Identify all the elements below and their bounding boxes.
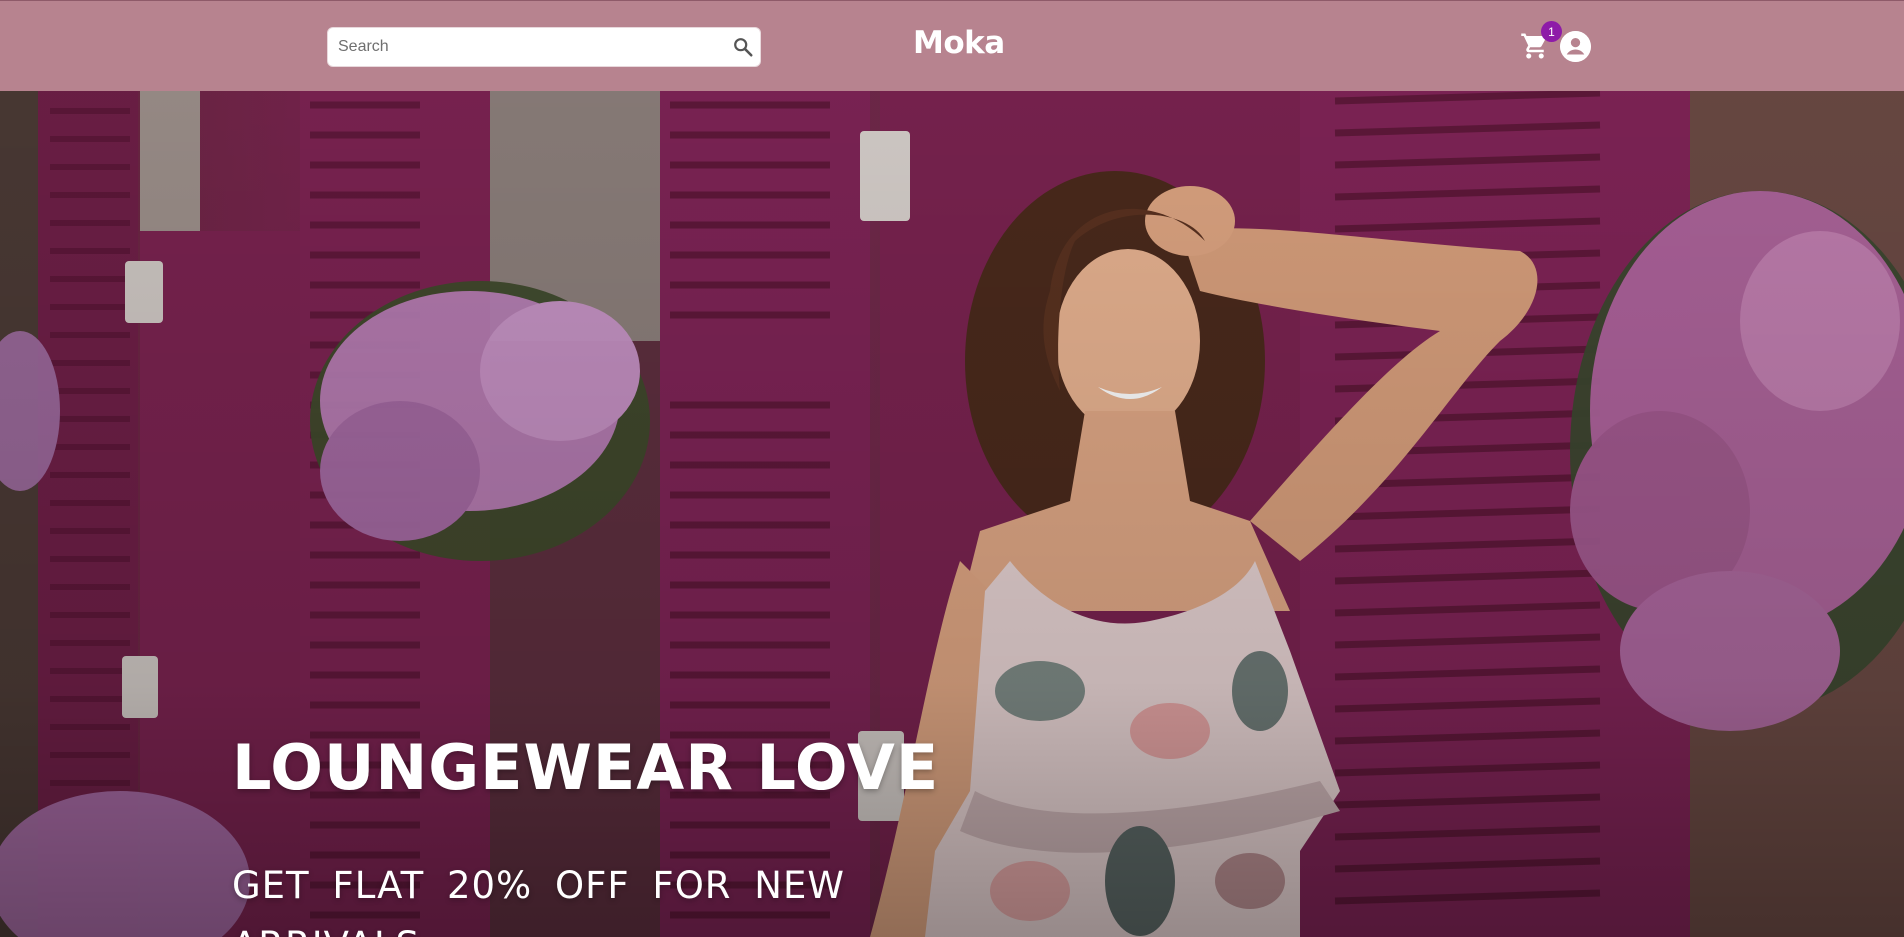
hero-overlay (0, 91, 1904, 937)
brand-logo[interactable]: Moka (913, 25, 1005, 61)
account-icon[interactable] (1560, 31, 1591, 62)
search-icon[interactable] (730, 34, 756, 60)
search-input[interactable] (336, 28, 716, 66)
top-nav: Moka 1 (0, 0, 1904, 91)
search-bar (327, 27, 761, 67)
hero-banner: LOUNGEWEAR LOVE GET FLAT 20% OFF FOR NEW… (0, 91, 1904, 937)
hero-subtitle: GET FLAT 20% OFF FOR NEW ARRIVALS (232, 864, 845, 937)
hero-title: LOUNGEWEAR LOVE (232, 731, 940, 804)
cart-count-badge: 1 (1541, 21, 1562, 42)
